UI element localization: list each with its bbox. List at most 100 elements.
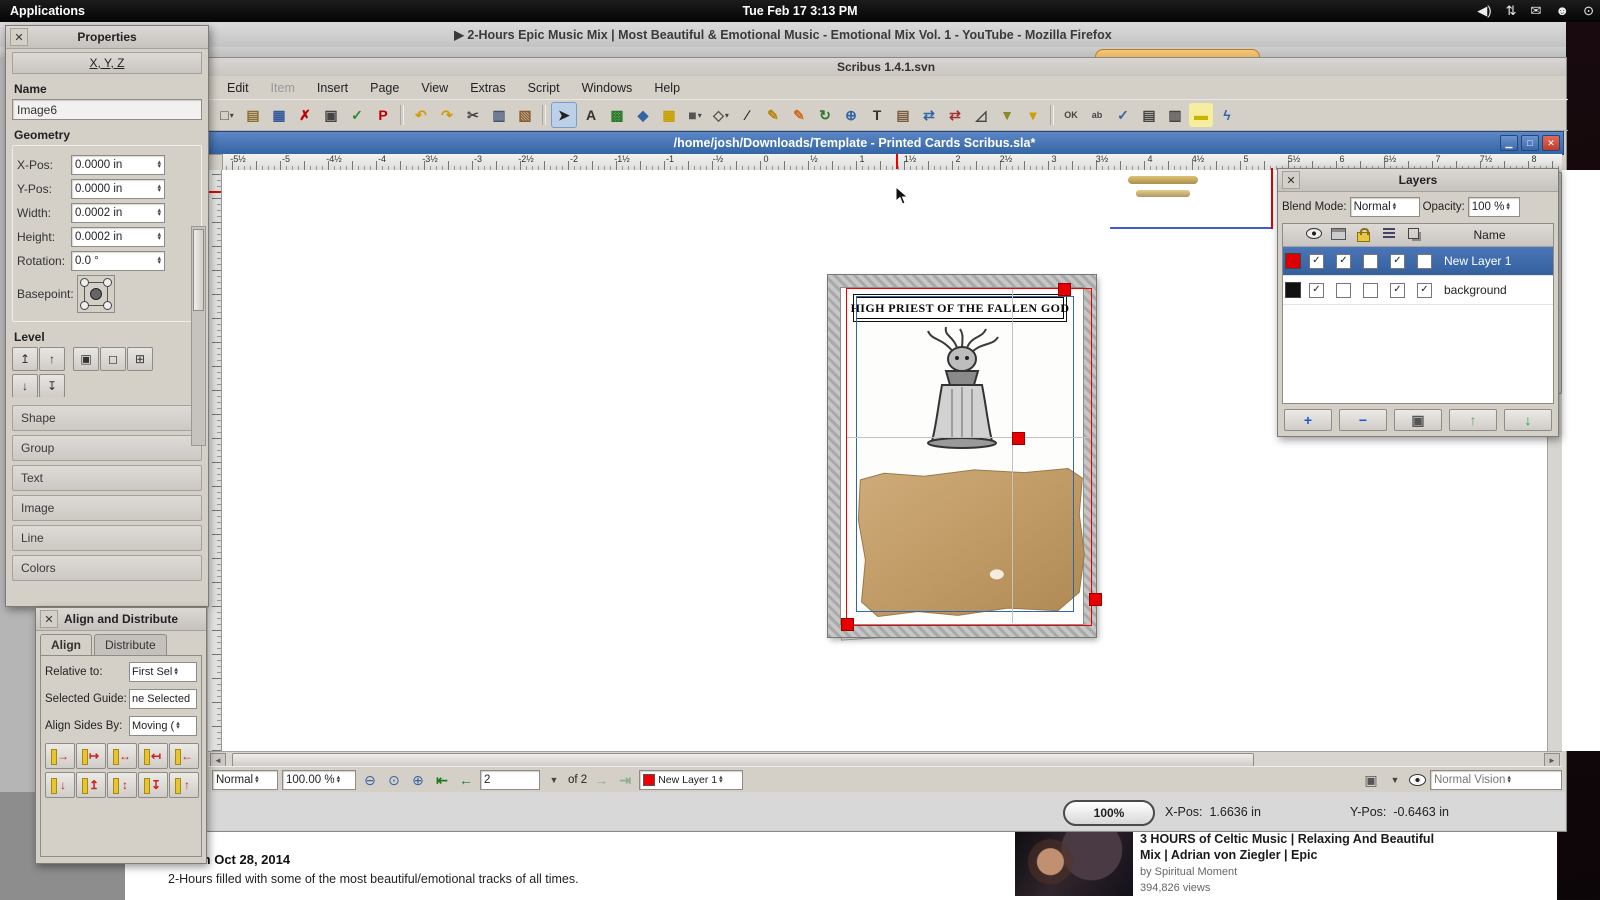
layer-checkbox[interactable]: ✓	[1309, 282, 1324, 298]
menu-extras[interactable]: Extras	[459, 78, 516, 98]
align-top-edges-button[interactable]: ↥	[76, 772, 106, 798]
insert-freehand-icon[interactable]: ✎	[787, 103, 811, 127]
properties-scrollbar[interactable]	[191, 226, 206, 446]
layer-row[interactable]: ✓ ✓ ✓ background	[1283, 276, 1553, 305]
scribus-titlebar[interactable]: Scribus 1.4.1.svn	[206, 58, 1566, 76]
eye-dropper-icon[interactable]: ▾	[1021, 103, 1045, 127]
raise-layer-button[interactable]: ↑	[1449, 409, 1497, 431]
scroll-left-button[interactable]: ◄	[210, 753, 226, 767]
basepoint-center[interactable]	[90, 288, 102, 300]
section-shape[interactable]: Shape	[12, 405, 202, 431]
align-left-to-anchor-button[interactable]: ←	[169, 743, 199, 769]
undo-icon[interactable]: ↶	[409, 103, 433, 127]
page-number-input[interactable]: 2	[480, 770, 540, 790]
rotation-spinner[interactable]: ▴ ▾	[157, 255, 161, 266]
y-pos-input[interactable]: 0.0000 in ▴ ▾	[71, 179, 165, 199]
section-image[interactable]: Image	[12, 495, 202, 521]
suggested-video-title[interactable]: 3 HOURS of Celtic Music | Relaxing And B…	[1140, 832, 1440, 863]
raise-to-top-button[interactable]: ↥	[12, 347, 38, 371]
properties-titlebar[interactable]: ✕ Properties	[6, 26, 208, 49]
rotation-input[interactable]: 0.0 ° ▴ ▾	[71, 251, 165, 271]
document-titlebar[interactable]: /home/josh/Downloads/Template - Printed …	[208, 131, 1564, 155]
suggested-video-byline[interactable]: by Spiritual Moment	[1140, 866, 1237, 878]
new-document-icon[interactable]: □ ▾	[215, 103, 239, 127]
pdf-list-box-icon[interactable]: ▥	[1163, 103, 1187, 127]
align-bottom-edges-button[interactable]: ↧	[138, 772, 168, 798]
visible-column-icon[interactable]	[1301, 228, 1326, 242]
properties-scrollbar-thumb[interactable]	[193, 229, 204, 311]
paste-icon[interactable]: ▧	[513, 103, 537, 127]
layer-checkbox[interactable]	[1363, 282, 1378, 298]
layer-checkbox[interactable]	[1417, 253, 1432, 269]
align-sides-select[interactable]: Moving ( ▴ ▾	[129, 716, 197, 736]
layer-checkbox[interactable]: ✓	[1336, 253, 1351, 269]
insert-render-frame-icon[interactable]: ◆	[631, 103, 655, 127]
relative-spinner[interactable]: ▴ ▾	[174, 666, 178, 677]
save-document-icon[interactable]: ▦	[267, 103, 291, 127]
document-maximize-button[interactable]: □	[1521, 135, 1539, 151]
align-below-anchor-button[interactable]: ↓	[45, 772, 75, 798]
height-input[interactable]: 0.0002 in ▴ ▾	[71, 227, 165, 247]
preview-dropdown-icon[interactable]: ▼	[1385, 770, 1405, 790]
basepoint-top-right[interactable]	[103, 278, 112, 287]
updown-arrows-icon[interactable]: ⇅	[1506, 0, 1517, 22]
document-close-button[interactable]: ✕	[1542, 135, 1560, 151]
layer-checkbox[interactable]: ✓	[1417, 282, 1432, 298]
x-pos-spinner[interactable]: ▴ ▾	[157, 159, 161, 170]
pdf-push-button-icon[interactable]: OK	[1059, 103, 1083, 127]
panel-clock[interactable]: Tue Feb 17 3:13 PM	[0, 4, 1600, 18]
lock-object-button[interactable]: ⊞	[127, 347, 153, 371]
selection-handle-bottom-right[interactable]	[1089, 593, 1102, 606]
selection-frame-blue[interactable]	[856, 296, 1074, 612]
print-icon[interactable]: ▣	[319, 103, 343, 127]
menu-windows[interactable]: Windows	[571, 78, 644, 98]
lock-column-icon[interactable]	[1351, 228, 1376, 242]
insert-image-frame-icon[interactable]: ▩	[605, 103, 629, 127]
basepoint-bottom-left[interactable]	[80, 301, 89, 310]
open-document-icon[interactable]: ▤	[241, 103, 265, 127]
vision-select[interactable]: Normal Vision ▴ ▾	[1430, 770, 1562, 790]
tab-distribute[interactable]: Distribute	[94, 634, 167, 655]
text-annotation-icon[interactable]: ▬	[1189, 103, 1213, 127]
relative-to-select[interactable]: First Sel ▴ ▾	[129, 662, 197, 682]
copy-item-properties-icon[interactable]: ▼	[995, 103, 1019, 127]
scroll-right-button[interactable]: ►	[1544, 753, 1560, 767]
user-icon[interactable]: ☻	[1555, 0, 1569, 22]
height-spinner[interactable]: ▴ ▾	[157, 231, 161, 242]
next-page-button[interactable]: →	[591, 770, 611, 790]
vertical-ruler[interactable]	[208, 170, 222, 751]
pdf-combo-box-icon[interactable]: ▤	[1137, 103, 1161, 127]
lower-layer-button[interactable]: ↓	[1504, 409, 1552, 431]
active-layer-select[interactable]: New Layer 1 ▴ ▾	[639, 770, 744, 790]
link-annotation-icon[interactable]: ϟ	[1215, 103, 1239, 127]
zoom-icon[interactable]: ⊕	[839, 103, 863, 127]
textflow-column-icon[interactable]	[1376, 228, 1401, 242]
align-left-edges-button[interactable]: ↦	[76, 743, 106, 769]
insert-bezier-icon[interactable]: ✎	[761, 103, 785, 127]
preview-mode-eye-icon[interactable]	[1409, 774, 1426, 786]
align-close-icon[interactable]: ✕	[40, 610, 58, 628]
preview-quality-select[interactable]: Normal ▴ ▾	[212, 770, 278, 790]
export-pdf-icon[interactable]: P	[371, 103, 395, 127]
tab-align[interactable]: Align	[40, 634, 92, 655]
selection-handle-bottom-left[interactable]	[841, 618, 854, 631]
group-button[interactable]: ▣	[73, 347, 99, 371]
volume-icon[interactable]: ◀)	[1477, 0, 1491, 22]
menu-help[interactable]: Help	[643, 78, 691, 98]
rotate-item-icon[interactable]: ↻	[813, 103, 837, 127]
insert-text-frame-icon[interactable]: A	[579, 103, 603, 127]
last-page-button[interactable]: ⇥	[615, 770, 635, 790]
menu-page[interactable]: Page	[359, 78, 410, 98]
menu-view[interactable]: View	[410, 78, 459, 98]
width-spinner[interactable]: ▴ ▾	[157, 207, 161, 218]
section-line[interactable]: Line	[12, 525, 202, 551]
properties-close-icon[interactable]: ✕	[10, 28, 28, 46]
preflight-verifier-icon[interactable]: ✓	[345, 103, 369, 127]
align-titlebar[interactable]: ✕ Align and Distribute	[36, 608, 206, 631]
zoom-in-icon[interactable]: ⊕	[408, 770, 428, 790]
section-colors[interactable]: Colors	[12, 555, 202, 581]
selected-guide-input[interactable]: ne Selected	[129, 689, 197, 709]
story-editor-icon[interactable]: ▤	[891, 103, 915, 127]
copy-icon[interactable]: ▥	[487, 103, 511, 127]
layers-titlebar[interactable]: ✕ Layers	[1278, 169, 1558, 192]
